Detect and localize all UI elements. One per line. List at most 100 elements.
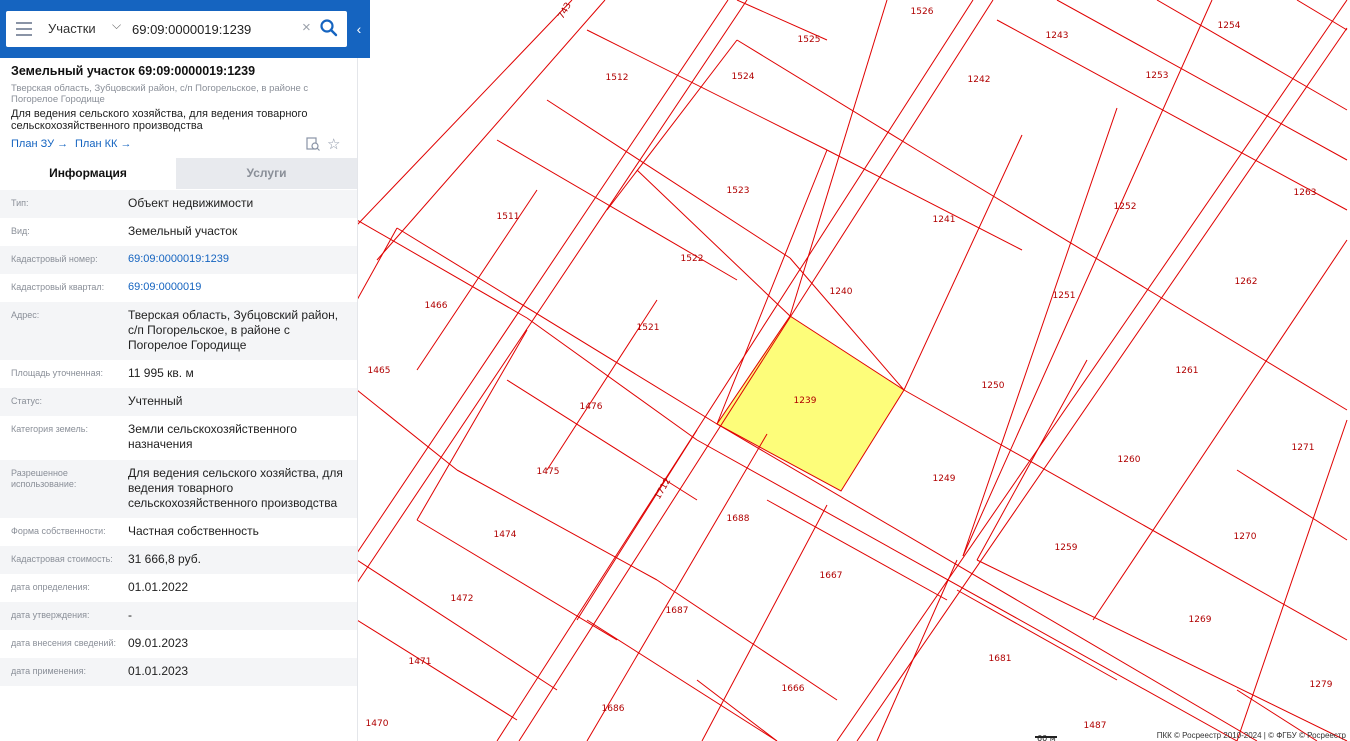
- parcel-label: 1261: [1176, 366, 1199, 376]
- info-row-label: Кадастровая стоимость:: [11, 554, 113, 564]
- parcel-label: 1472: [451, 594, 474, 604]
- info-row-label: Статус:: [11, 396, 42, 406]
- chevron-down-icon[interactable]: ⌵: [112, 18, 121, 33]
- info-row: Статус: Учтенный: [0, 388, 357, 416]
- info-row: Кадастровый номер: 69:09:0000019:1239: [0, 246, 357, 274]
- parcel-label: 1666: [782, 684, 805, 694]
- map-canvas[interactable]: 743 1526 1243 1254 1525 1512 1524 1242 1253 1511 1…: [357, 0, 1350, 741]
- parcel-label: 1525: [798, 35, 821, 45]
- parcel-label: 1522: [681, 254, 704, 264]
- cadastral-map[interactable]: 743 1526 1243 1254 1525 1512 1524 1242 1253 1511 1…: [357, 0, 1350, 741]
- info-row-value: Для ведения сельского хозяйства, для вед…: [128, 466, 343, 510]
- parcel-label: 1242: [968, 75, 991, 85]
- info-row: дата применения: 01.01.2023: [0, 658, 357, 686]
- info-row-value: 11 995 кв. м: [128, 366, 194, 380]
- info-row-label: дата внесения сведений:: [11, 638, 116, 648]
- info-row: Кадастровая стоимость: 31 666,8 руб.: [0, 546, 357, 574]
- info-row: Форма собственности: Частная собственност…: [0, 518, 357, 546]
- parcel-label: 1475: [537, 467, 560, 477]
- info-panel: Земельный участок 69:09:0000019:1239 Тве…: [0, 0, 358, 741]
- info-row: Вид: Земельный участок: [0, 218, 357, 246]
- parcel-label: 1260: [1118, 455, 1141, 465]
- parcel-label: 1279: [1310, 680, 1333, 690]
- parcel-label: 1249: [933, 474, 956, 484]
- info-table: Тип: Объект недвижимости Вид: Земельный уча…: [0, 190, 357, 686]
- info-row-label: Категория земель:: [11, 424, 88, 434]
- info-row-label: Площадь уточненная:: [11, 368, 103, 378]
- info-row: Разрешенное использование: Для ведения се…: [0, 460, 357, 518]
- search-box: Участки ⌵ ×: [6, 11, 347, 47]
- parcel-label: 1270: [1234, 532, 1257, 542]
- parcel-label: 1511: [497, 212, 520, 222]
- parcel-label: 1712: [653, 477, 673, 502]
- parcel-label: 1681: [989, 654, 1012, 664]
- info-row-label: Кадастровый номер:: [11, 254, 98, 264]
- search-bar: Участки ⌵ × ‹: [0, 0, 370, 58]
- info-row-label: Форма собственности:: [11, 526, 106, 536]
- parcel-label: 1243: [1046, 31, 1069, 41]
- favorite-star-icon[interactable]: ☆: [327, 135, 340, 153]
- info-row-label: Адрес:: [11, 310, 40, 320]
- info-row-value: Частная собственность: [128, 524, 259, 538]
- info-row: Адрес: Тверская область, Зубцовский район…: [0, 302, 357, 360]
- parcel-label: 1252: [1114, 202, 1137, 212]
- info-row-value: 09.01.2023: [128, 636, 189, 650]
- info-row-link[interactable]: 69:09:0000019:1239: [128, 252, 350, 267]
- info-row-label: дата применения:: [11, 666, 87, 676]
- plan-kk-link[interactable]: План КК →: [75, 138, 131, 150]
- parcel-label: 1271: [1292, 443, 1315, 453]
- parcel-label: 1474: [494, 530, 517, 540]
- info-row-value: 01.01.2023: [128, 664, 189, 678]
- parcel-label: 1250: [982, 381, 1005, 391]
- parcel-label: 1465: [368, 366, 391, 376]
- menu-icon[interactable]: [16, 22, 32, 36]
- info-row: Кадастровый квартал: 69:09:0000019: [0, 274, 357, 302]
- tab-services[interactable]: Услуги: [176, 158, 357, 189]
- info-row-value: Объект недвижимости: [128, 196, 254, 210]
- scale-label: 60 м: [1037, 734, 1056, 741]
- parcel-label: 1262: [1235, 277, 1258, 287]
- info-row: Тип: Объект недвижимости: [0, 190, 357, 218]
- info-row-label: дата утверждения:: [11, 610, 90, 620]
- collapse-panel-icon[interactable]: ‹: [352, 18, 366, 40]
- plan-zu-link[interactable]: План ЗУ →: [11, 138, 68, 150]
- info-row-label: Разрешенное использование:: [11, 468, 77, 489]
- info-row-label: Тип:: [11, 198, 29, 208]
- parcel-label: 1471: [409, 657, 432, 667]
- info-row-label: Вид:: [11, 226, 30, 236]
- document-search-icon[interactable]: [306, 137, 320, 151]
- info-row-value: Учтенный: [128, 394, 183, 408]
- parcel-label: 1470: [366, 719, 389, 729]
- search-input[interactable]: [132, 19, 302, 39]
- parcel-label: 1263: [1294, 188, 1317, 198]
- info-row-value: Тверская область, Зубцовский район, с/п …: [128, 308, 339, 352]
- map-attribution: ПКК © Росреестр 2010-2024 | © ФГБУ © Рос…: [1156, 731, 1346, 740]
- clear-icon[interactable]: ×: [302, 19, 311, 36]
- parcel-label: 1251: [1053, 291, 1076, 301]
- parcel-label: 1523: [727, 186, 750, 196]
- search-type-select[interactable]: Участки: [48, 21, 96, 36]
- app-window: 743 1526 1243 1254 1525 1512 1524 1242 1253 1511 1…: [0, 0, 1350, 741]
- parcel-label: 1241: [933, 215, 956, 225]
- info-row: Категория земель: Земли сельскохозяйствен…: [0, 416, 357, 460]
- object-title: Земельный участок 69:09:0000019:1239: [11, 64, 256, 78]
- info-row: дата внесения сведений: 09.01.2023: [0, 630, 357, 658]
- parcel-label: 1512: [606, 73, 629, 83]
- parcel-label: 1487: [1084, 721, 1107, 731]
- panel-tabs: Информация Услуги: [0, 158, 357, 189]
- tab-information[interactable]: Информация: [0, 158, 176, 189]
- object-address: Тверская область, Зубцовский район, с/п …: [11, 83, 309, 105]
- parcel-label: 1254: [1218, 21, 1241, 31]
- info-row-value: 01.01.2022: [128, 580, 189, 594]
- parcel-label: 1686: [602, 704, 625, 714]
- parcel-label: 1240: [830, 287, 853, 297]
- info-row-value: 31 666,8 руб.: [128, 552, 201, 566]
- info-row-label: дата определения:: [11, 582, 90, 592]
- info-row: Площадь уточненная: 11 995 кв. м: [0, 360, 357, 388]
- parcel-label: 743: [557, 1, 574, 21]
- parcel-label: 1259: [1055, 543, 1078, 553]
- parcel-label: 1466: [425, 301, 448, 311]
- info-row-link[interactable]: 69:09:0000019: [128, 280, 350, 295]
- info-row: дата утверждения: -: [0, 602, 357, 630]
- search-icon[interactable]: [319, 18, 339, 38]
